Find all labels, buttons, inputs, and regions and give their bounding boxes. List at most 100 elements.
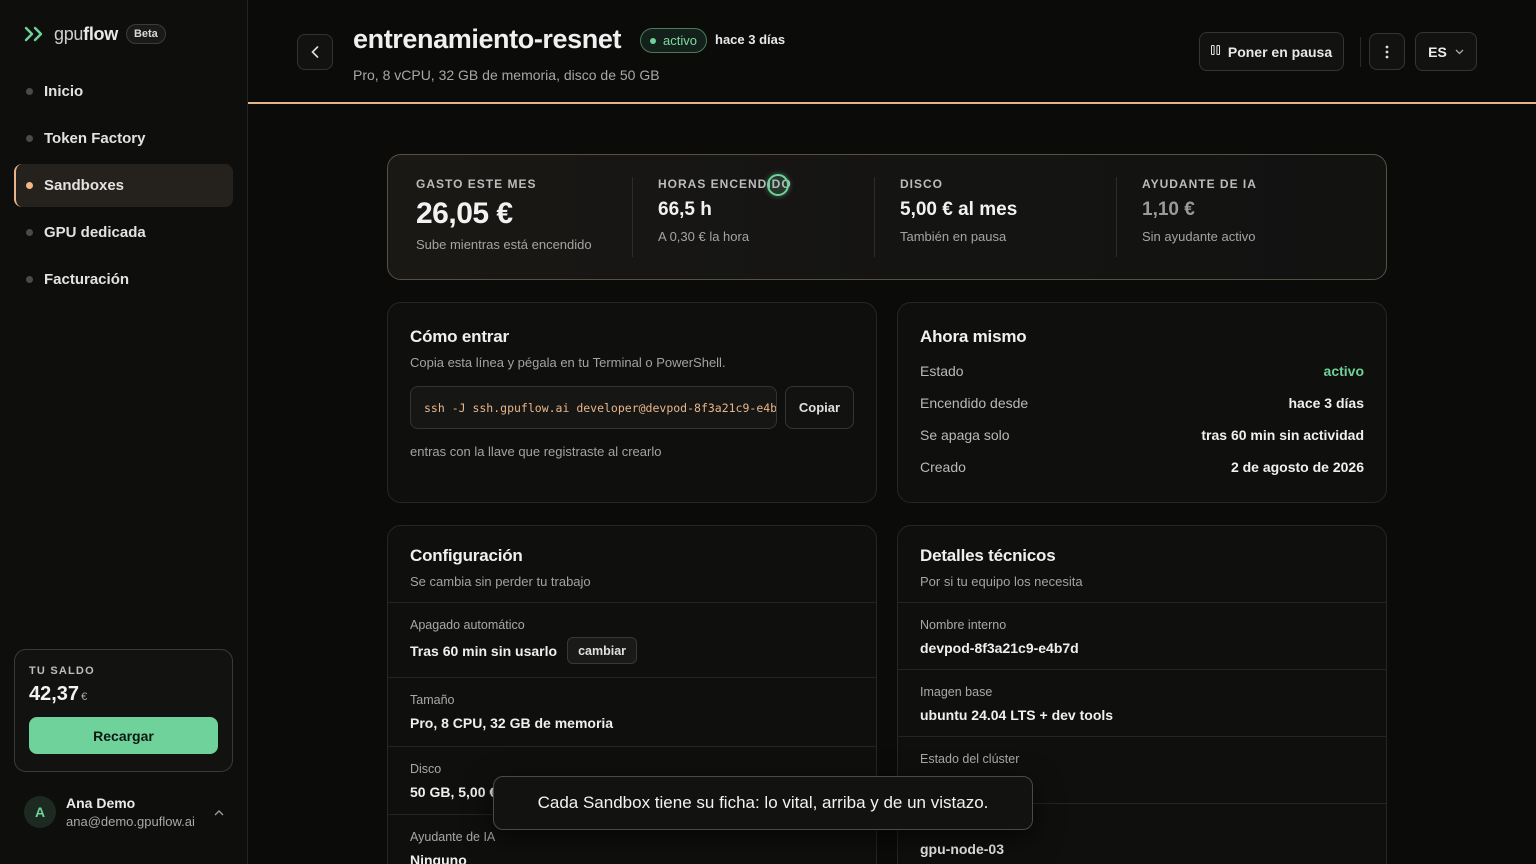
card-title: Cómo entrar: [410, 327, 509, 346]
ssh-command-row: ssh -J ssh.gpuflow.ai developer@devpod-8…: [410, 386, 854, 429]
ssh-note: entras con la llave que registraste al c…: [410, 444, 662, 459]
card-header: Configuración Se cambia sin perder tu tr…: [388, 526, 876, 603]
config-row-autoshutdown: Apagado automático Tras 60 min sin usarl…: [388, 603, 876, 678]
balance-label: TU SALDO: [29, 665, 95, 677]
user-info: Ana Demo ana@demo.gpuflow.ai: [66, 795, 195, 829]
stat-label: GASTO ESTE MES: [416, 177, 537, 191]
balance-amount: 42,37 €: [29, 683, 88, 705]
status-dot-icon: [650, 37, 656, 44]
row-value: Pro, 8 CPU, 32 GB de memoria: [410, 715, 614, 731]
status-card: Ahora mismo Estado activo Encendido desde…: [897, 302, 1387, 503]
card-title: Detalles técnicos: [920, 546, 1056, 565]
stat-sub: Sube mientras está encendido: [416, 237, 592, 252]
status-row: Encendido desde hace 3 días: [920, 395, 1364, 411]
stat-value: 5,00 € al mes: [900, 199, 1018, 220]
brand[interactable]: gpuflow Beta: [24, 22, 166, 46]
pause-icon: [1210, 45, 1220, 58]
copy-button[interactable]: Copiar: [785, 386, 854, 429]
recharge-button[interactable]: Recargar: [29, 717, 218, 754]
running-since: hace 3 días: [715, 32, 786, 47]
card-subtitle: Por si tu equipo los necesita: [920, 574, 1083, 589]
row-value: Ninguno: [410, 852, 467, 864]
header-divider: [1360, 37, 1361, 67]
row-value: devpod-8f3a21c9-e4b7d: [920, 640, 1079, 656]
stat-label: AYUDANTE DE IA: [1142, 177, 1257, 191]
row-value: ubuntu 24.04 LTS + dev tools: [920, 707, 1114, 723]
tech-row-base-image: Imagen base ubuntu 24.04 LTS + dev tools: [898, 670, 1386, 737]
stat-ai-helper: AYUDANTE DE IA 1,10 € Sin ayudante activ…: [1116, 177, 1358, 257]
sidebar-item-label: Sandboxes: [44, 177, 125, 194]
status-badge: activo: [640, 28, 707, 53]
user-menu[interactable]: A Ana Demo ana@demo.gpuflow.ai: [24, 795, 234, 829]
sidebar-item-label: GPU dedicada: [44, 224, 146, 241]
sidebar-item-label: Facturación: [44, 271, 130, 288]
chevron-left-icon: [311, 46, 319, 58]
stat-hours-on: HORAS ENCENDIDO 66,5 h A 0,30 € la hora: [632, 177, 874, 257]
status-row: Creado 2 de agosto de 2026: [920, 459, 1364, 475]
page-subtitle: Pro, 8 vCPU, 32 GB de memoria, disco de …: [353, 67, 660, 83]
sidebar-item-inicio[interactable]: Inicio: [14, 70, 233, 113]
tech-row-internal-name: Nombre interno devpod-8f3a21c9-e4b7d: [898, 603, 1386, 670]
page-title: entrenamiento-resnet: [353, 24, 622, 54]
change-autoshutdown-button[interactable]: cambiar: [567, 637, 638, 664]
row-label: Nombre interno: [920, 618, 1007, 632]
card-header: Detalles técnicos Por si tu equipo los n…: [898, 526, 1386, 603]
row-label: Apagado automático: [410, 618, 525, 632]
sidebar-nav: Inicio Token Factory Sandboxes GPU dedic…: [14, 70, 233, 305]
status-row: Estado activo: [920, 363, 1364, 379]
config-row-size: Tamaño Pro, 8 CPU, 32 GB de memoria: [388, 678, 876, 747]
stats-panel: GASTO ESTE MES 26,05 € Sube mientras est…: [387, 154, 1387, 280]
sidebar-item-gpu-dedicada[interactable]: GPU dedicada: [14, 211, 233, 254]
gpuflow-logo-icon: [24, 22, 46, 46]
stat-value: 66,5 h: [658, 199, 712, 220]
user-email: ana@demo.gpuflow.ai: [66, 814, 195, 829]
row-label: Estado del clúster: [920, 752, 1020, 766]
sidebar-item-facturacion[interactable]: Facturación: [14, 258, 233, 301]
stat-value: 1,10 €: [1142, 199, 1195, 220]
sidebar-item-sandboxes[interactable]: Sandboxes: [14, 164, 233, 207]
card-subtitle: Copia esta línea y pégala en tu Terminal…: [410, 355, 726, 370]
avatar: A: [24, 796, 56, 828]
chevron-down-icon: [1455, 47, 1464, 57]
user-name: Ana Demo: [66, 795, 136, 811]
row-label: Imagen base: [920, 685, 993, 699]
card-title: Configuración: [410, 546, 523, 565]
beta-badge: Beta: [125, 24, 166, 44]
pause-button[interactable]: Poner en pausa: [1199, 32, 1344, 71]
sidebar-item-label: Inicio: [44, 83, 84, 100]
onboarding-tooltip: Cada Sandbox tiene su ficha: lo vital, a…: [493, 776, 1033, 830]
chevron-up-icon[interactable]: [214, 805, 224, 819]
language-select[interactable]: ES: [1415, 32, 1477, 71]
row-value: gpu-node-03: [920, 841, 1004, 857]
brand-name: gpuflow: [54, 23, 118, 44]
card-subtitle: Se cambia sin perder tu trabajo: [410, 574, 591, 589]
row-label: Disco: [410, 762, 442, 776]
stat-label: HORAS ENCENDIDO: [658, 177, 792, 191]
row-label: Tamaño: [410, 693, 455, 707]
stat-sub: Sin ayudante activo: [1142, 229, 1256, 244]
status-row: Se apaga solo tras 60 min sin actividad: [920, 427, 1364, 443]
stat-sub: También en pausa: [900, 229, 1007, 244]
nav-dot-icon: [26, 88, 33, 95]
back-button[interactable]: [297, 34, 333, 70]
page-header: entrenamiento-resnet activo hace 3 días …: [248, 0, 1536, 104]
stat-monthly-spend: GASTO ESTE MES 26,05 € Sube mientras est…: [416, 177, 632, 257]
sidebar-item-token-factory[interactable]: Token Factory: [14, 117, 233, 160]
stat-label: DISCO: [900, 177, 944, 191]
row-value: Tras 60 min sin usarlo: [410, 642, 558, 659]
stat-value: 26,05 €: [416, 197, 513, 230]
cursor-highlight: [767, 174, 789, 196]
connect-card: Cómo entrar Copia esta línea y pégala en…: [387, 302, 877, 503]
sidebar: gpuflow Beta Inicio Token Factory Sandbo…: [0, 0, 248, 864]
nav-dot-icon: [26, 135, 33, 142]
nav-dot-icon: [26, 182, 33, 189]
more-options-button[interactable]: [1369, 33, 1405, 70]
more-vertical-icon: [1385, 45, 1389, 58]
row-label: Ayudante de IA: [410, 830, 496, 844]
sidebar-item-label: Token Factory: [44, 130, 146, 147]
stat-sub: A 0,30 € la hora: [658, 229, 750, 244]
balance-card: TU SALDO 42,37 € Recargar: [14, 649, 233, 772]
nav-dot-icon: [26, 229, 33, 236]
card-title: Ahora mismo: [920, 327, 1027, 346]
ssh-command-field[interactable]: ssh -J ssh.gpuflow.ai developer@devpod-8…: [410, 386, 777, 429]
